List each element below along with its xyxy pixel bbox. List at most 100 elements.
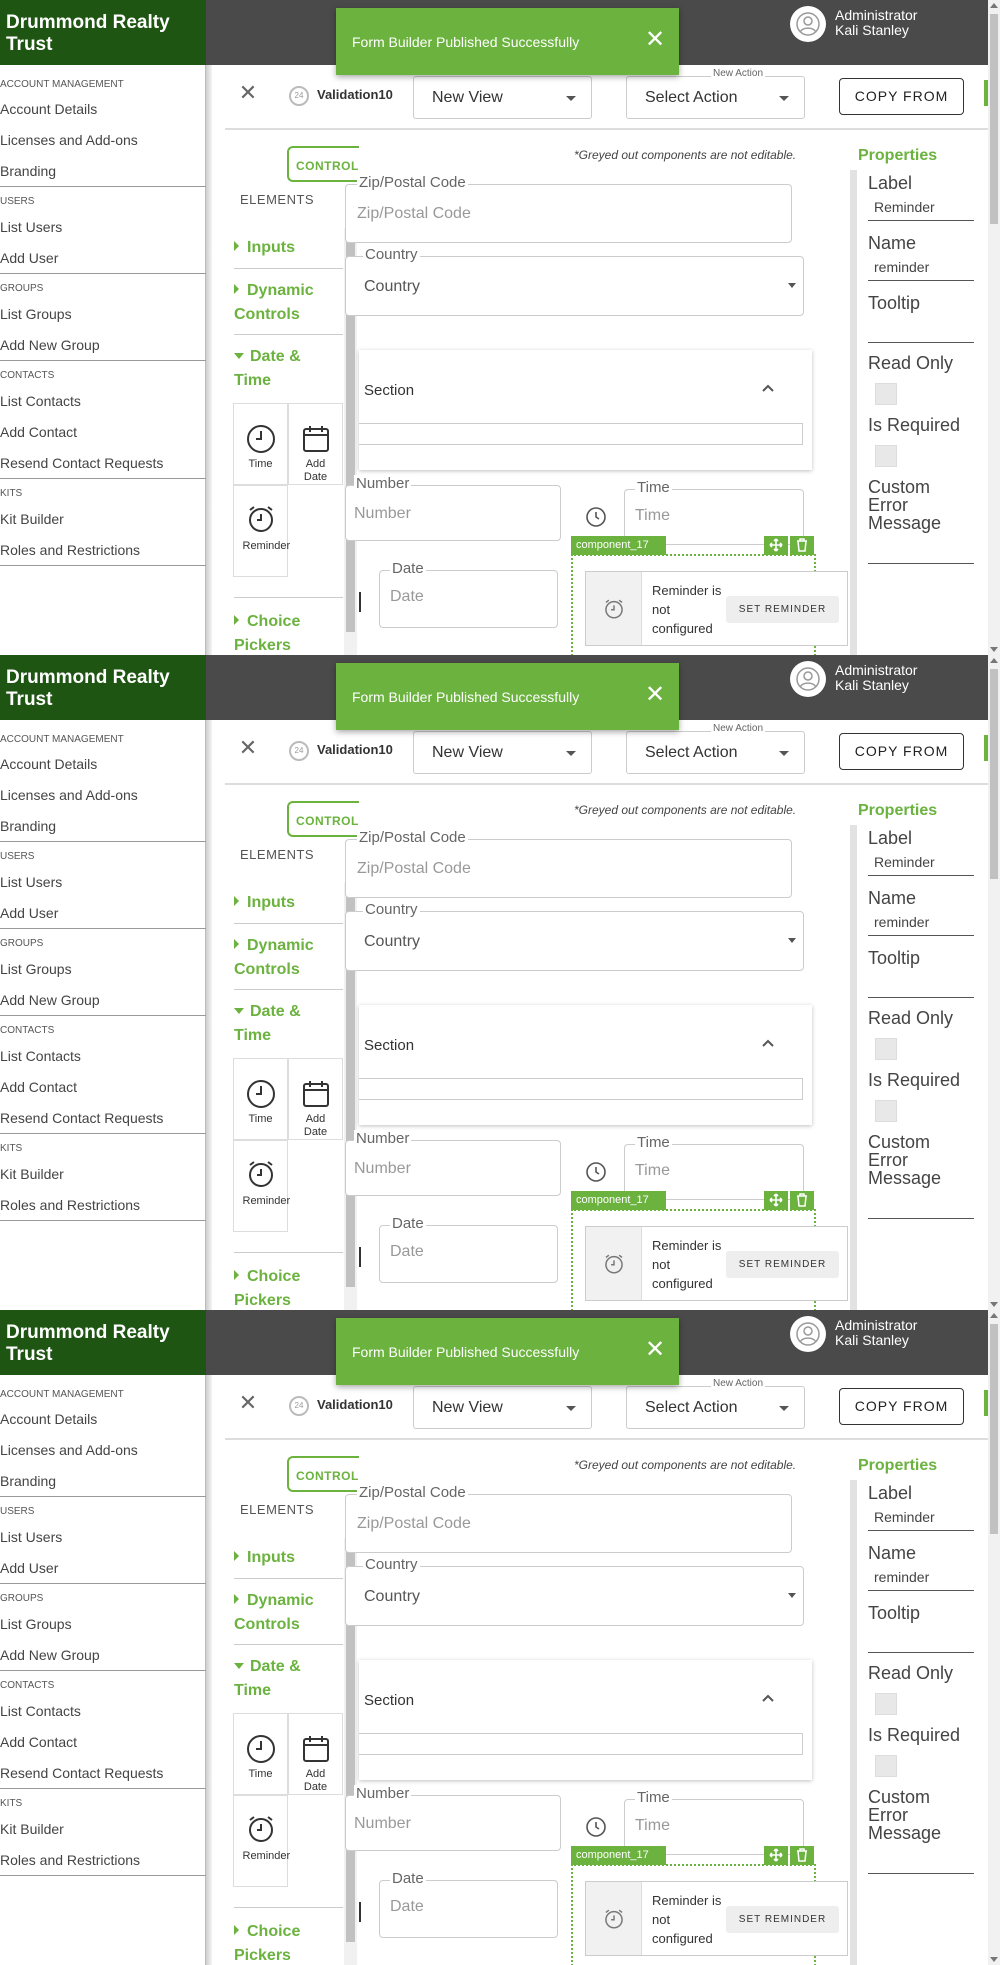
sidebar-item-account-details[interactable]: Account Details [0,756,97,772]
category-choice-pickers[interactable]: Choice Pickers [234,1920,334,1965]
country-select[interactable]: Country Country [345,1556,804,1626]
category-date-time[interactable]: Date & Time [234,1000,334,1048]
prop-label-input[interactable]: Reminder [868,1503,974,1531]
copy-from-button[interactable]: COPY FROM [839,733,964,770]
reminder-component[interactable]: Reminder is not configured SET REMINDER [585,571,848,646]
sidebar-item-resend-requests[interactable]: Resend Contact Requests [0,455,163,471]
action-select[interactable]: New Action Select Action [626,68,805,119]
sidebar-item-add-user[interactable]: Add User [0,1560,58,1576]
sidebar-item-add-user[interactable]: Add User [0,905,58,921]
prop-name-input[interactable]: reminder [868,1563,974,1591]
reminder-component[interactable]: Reminder is not configured SET REMINDER [585,1226,848,1301]
action-select[interactable]: New Action Select Action [626,723,805,774]
delete-button[interactable] [790,1191,814,1210]
scroll-thumb[interactable] [990,1324,998,1534]
sidebar-item-kit-builder[interactable]: Kit Builder [0,511,64,527]
copy-from-button[interactable]: COPY FROM [839,1388,964,1425]
sidebar-item-roles[interactable]: Roles and Restrictions [0,1197,140,1213]
scroll-thumb[interactable] [990,14,998,224]
sidebar-item-account-details[interactable]: Account Details [0,1411,97,1427]
delete-button[interactable] [790,536,814,555]
read-only-checkbox[interactable] [875,1693,897,1715]
date-field[interactable]: Date Date [379,560,558,628]
avatar[interactable] [790,6,826,42]
is-required-checkbox[interactable] [875,1100,897,1122]
date-field[interactable]: Date Date [379,1870,558,1938]
user-menu[interactable]: Administrator Kali Stanley [790,6,960,42]
read-only-checkbox[interactable] [875,1038,897,1060]
sidebar-item-licenses[interactable]: Licenses and Add-ons [0,787,138,803]
view-select[interactable]: New View [413,76,592,119]
country-select[interactable]: Country Country [345,901,804,971]
tile-add-date[interactable]: Add Date [288,1058,343,1140]
prop-name-input[interactable]: reminder [868,253,974,281]
prop-tooltip-input[interactable] [868,1625,974,1653]
sidebar-item-roles[interactable]: Roles and Restrictions [0,1852,140,1868]
sidebar-item-add-contact[interactable]: Add Contact [0,1079,77,1095]
tab-controls[interactable]: CONTROLS [287,801,367,837]
category-inputs[interactable]: Inputs [234,236,295,260]
prop-custom-error-input[interactable] [868,1846,974,1874]
prop-name-input[interactable]: reminder [868,908,974,936]
category-date-time[interactable]: Date & Time [234,1655,334,1703]
scroll-up-icon[interactable] [990,3,998,8]
delete-button[interactable] [790,1846,814,1865]
window-scrollbar[interactable] [988,1310,1000,1965]
move-handle[interactable] [764,536,788,555]
category-inputs[interactable]: Inputs [234,1546,295,1570]
user-menu[interactable]: Administrator Kali Stanley [790,661,960,697]
category-choice-pickers[interactable]: Choice Pickers [234,1265,334,1310]
window-scrollbar[interactable] [988,0,1000,655]
sidebar-item-list-contacts[interactable]: List Contacts [0,393,81,409]
tile-reminder[interactable]: Reminder [233,1795,290,1887]
close-builder-button[interactable]: ✕ [237,737,259,759]
sidebar-item-list-contacts[interactable]: List Contacts [0,1048,81,1064]
zip-field[interactable]: Zip/Postal Code Zip/Postal Code [345,829,792,898]
reminder-component[interactable]: Reminder is not configured SET REMINDER [585,1881,848,1956]
category-date-time[interactable]: Date & Time [234,345,334,393]
set-reminder-button[interactable]: SET REMINDER [726,596,839,623]
view-select[interactable]: New View [413,731,592,774]
sidebar-item-branding[interactable]: Branding [0,163,56,179]
number-field[interactable]: Number Number [345,1785,561,1851]
prop-tooltip-input[interactable] [868,970,974,998]
zip-field[interactable]: Zip/Postal Code Zip/Postal Code [345,1484,792,1553]
avatar[interactable] [790,661,826,697]
tile-reminder[interactable]: Reminder [233,485,290,577]
set-reminder-button[interactable]: SET REMINDER [726,1251,839,1278]
avatar[interactable] [790,1316,826,1352]
number-field[interactable]: Number Number [345,1130,561,1196]
sidebar-item-list-contacts[interactable]: List Contacts [0,1703,81,1719]
tile-add-date[interactable]: Add Date [288,1713,343,1795]
chevron-up-icon[interactable] [761,380,775,398]
tile-reminder[interactable]: Reminder [233,1140,290,1232]
sidebar-item-list-groups[interactable]: List Groups [0,306,72,322]
tile-add-date[interactable]: Add Date [288,403,343,485]
sidebar-item-add-contact[interactable]: Add Contact [0,424,77,440]
country-select[interactable]: Country Country [345,246,804,316]
sidebar-item-licenses[interactable]: Licenses and Add-ons [0,1442,138,1458]
chevron-up-icon[interactable] [761,1035,775,1053]
close-builder-button[interactable]: ✕ [237,1392,259,1414]
prop-custom-error-input[interactable] [868,536,974,564]
brand-logo[interactable]: Drummond Realty Trust [0,655,206,720]
toast-close-button[interactable]: ✕ [644,1338,666,1362]
tab-controls[interactable]: CONTROLS [287,146,367,182]
sidebar-item-list-groups[interactable]: List Groups [0,1616,72,1632]
move-handle[interactable] [764,1191,788,1210]
sidebar-item-branding[interactable]: Branding [0,818,56,834]
scroll-down-icon[interactable] [990,1302,998,1307]
scroll-up-icon[interactable] [990,1313,998,1318]
sidebar-item-roles[interactable]: Roles and Restrictions [0,542,140,558]
category-dynamic-controls[interactable]: Dynamic Controls [234,279,334,327]
is-required-checkbox[interactable] [875,445,897,467]
tab-controls[interactable]: CONTROLS [287,1456,367,1492]
sidebar-item-licenses[interactable]: Licenses and Add-ons [0,132,138,148]
sidebar-item-account-details[interactable]: Account Details [0,101,97,117]
sidebar-item-kit-builder[interactable]: Kit Builder [0,1166,64,1182]
sidebar-item-add-group[interactable]: Add New Group [0,337,100,353]
sidebar-item-list-users[interactable]: List Users [0,219,62,235]
sidebar-item-add-group[interactable]: Add New Group [0,1647,100,1663]
scroll-down-icon[interactable] [990,647,998,652]
sidebar-item-resend-requests[interactable]: Resend Contact Requests [0,1765,163,1781]
